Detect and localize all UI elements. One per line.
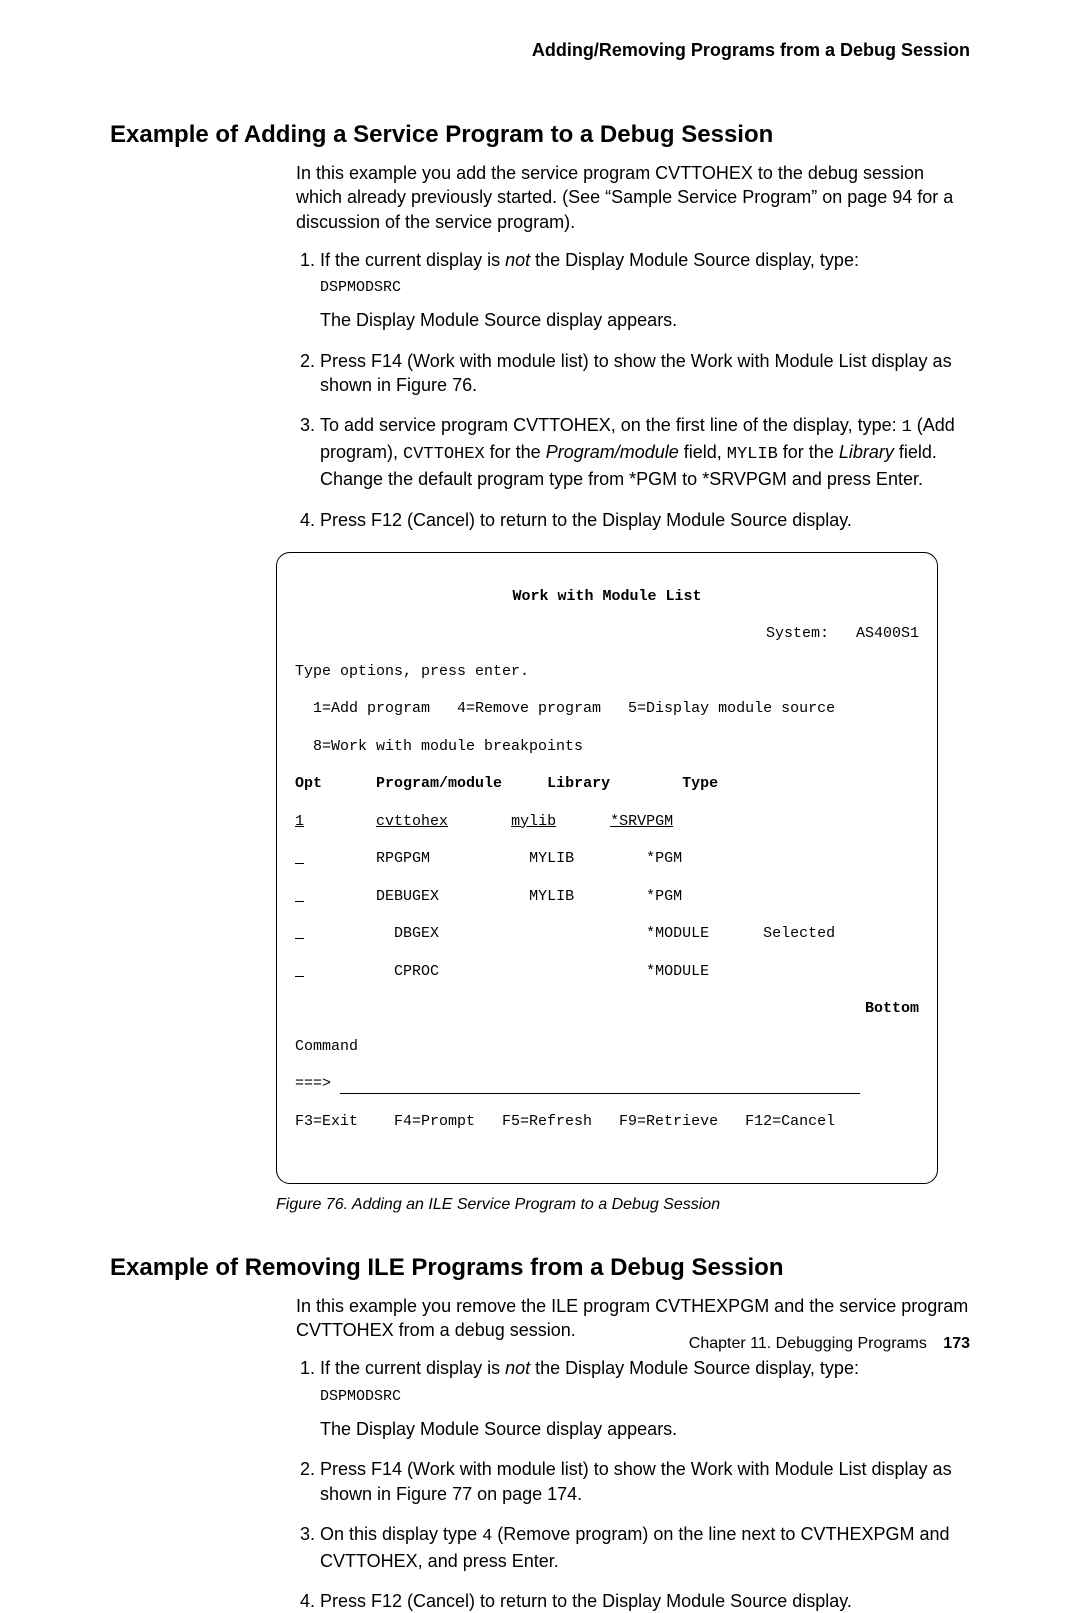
r1-opt: 1 — [295, 813, 304, 830]
s1-step3a: To add service program CVTTOHEX, on the … — [320, 415, 902, 435]
s1-step1: If the current display is not the Displa… — [320, 248, 970, 333]
terminal-line2: 1=Add program 4=Remove program 5=Display… — [295, 700, 919, 719]
r1-type: *SRVPGM — [610, 813, 673, 830]
r2-pm: RPGPGM — [376, 850, 430, 867]
page-container: Adding/Removing Programs from a Debug Se… — [0, 0, 1080, 1397]
s1-step1-after: The Display Module Source display appear… — [320, 310, 677, 330]
terminal-prompt-line: ===> — [295, 1075, 919, 1094]
terminal-header-row: Opt Program/module Library Type — [295, 775, 919, 794]
r3-pm: DEBUGEX — [376, 888, 439, 905]
r4-type: *MODULE — [646, 925, 709, 942]
r2-opt — [295, 850, 304, 867]
hdr-opt: Opt — [295, 775, 322, 792]
s1-step4: Press F12 (Cancel) to return to the Disp… — [320, 508, 970, 532]
hdr-type: Type — [682, 775, 718, 792]
section1-steps: If the current display is not the Displa… — [296, 248, 970, 532]
s2-step2: Press F14 (Work with module list) to sho… — [320, 1457, 970, 1506]
section2-steps: If the current display is not the Displa… — [296, 1356, 970, 1613]
terminal-system-line: System: AS400S1 — [295, 625, 919, 644]
s1-step3-it1: Program/module — [546, 442, 679, 462]
terminal-row3: DEBUGEX MYLIB *PGM — [295, 888, 919, 907]
terminal-row2: RPGPGM MYLIB *PGM — [295, 850, 919, 869]
s1-step3e: for the — [778, 442, 839, 462]
s2-step1: If the current display is not the Displa… — [320, 1356, 970, 1441]
hdr-lib: Library — [547, 775, 610, 792]
terminal-system-label: System: — [766, 625, 829, 642]
s2-step1-after: The Display Module Source display appear… — [320, 1419, 677, 1439]
s1-step3-code2: CVTTOHEX — [403, 445, 485, 464]
r5-pm: CPROC — [394, 963, 439, 980]
terminal-line1: Type options, press enter. — [295, 663, 919, 682]
r1-pm: cvttohex — [376, 813, 448, 830]
s2-step3-code: 4 — [482, 1527, 492, 1546]
r3-opt — [295, 888, 304, 905]
s1-step1b: the Display Module Source display, type: — [530, 250, 859, 270]
r4-pm: DBGEX — [394, 925, 439, 942]
section1-title: Example of Adding a Service Program to a… — [110, 121, 970, 149]
terminal-command-input — [340, 1093, 860, 1094]
terminal-fkeys: F3=Exit F4=Prompt F5=Refresh F9=Retrieve… — [295, 1113, 919, 1132]
terminal-prompt: ===> — [295, 1075, 331, 1092]
s2-step1-not: not — [505, 1358, 530, 1378]
section1-body: In this example you add the service prog… — [296, 161, 970, 532]
s1-step3c: for the — [485, 442, 546, 462]
section1-intro: In this example you add the service prog… — [296, 161, 970, 234]
s2-step3a: On this display type — [320, 1524, 482, 1544]
s2-step3: On this display type 4 (Remove program) … — [320, 1522, 970, 1573]
r3-lib: MYLIB — [529, 888, 574, 905]
s1-step1-cmd: DSPMODSRC — [320, 278, 970, 298]
r5-type: *MODULE — [646, 963, 709, 980]
r2-lib: MYLIB — [529, 850, 574, 867]
r1-lib: mylib — [511, 813, 556, 830]
r4-opt — [295, 925, 304, 942]
s1-step2: Press F14 (Work with module list) to sho… — [320, 349, 970, 398]
terminal-figure: Work with Module List System: AS400S1 Ty… — [276, 552, 938, 1184]
section2-title: Example of Removing ILE Programs from a … — [110, 1254, 970, 1282]
terminal-row1: 1 cvttohex mylib *SRVPGM — [295, 813, 919, 832]
terminal-line3: 8=Work with module breakpoints — [295, 738, 919, 757]
hdr-pm: Program/module — [376, 775, 502, 792]
s1-step3: To add service program CVTTOHEX, on the … — [320, 413, 970, 491]
s2-step4: Press F12 (Cancel) to return to the Disp… — [320, 1589, 970, 1613]
s2-step1b: the Display Module Source display, type: — [530, 1358, 859, 1378]
terminal-row4: DBGEX *MODULE Selected — [295, 925, 919, 944]
r4-sel: Selected — [763, 925, 835, 942]
s1-step3-it2: Library — [839, 442, 894, 462]
footer-page-number: 173 — [943, 1335, 970, 1352]
running-header: Adding/Removing Programs from a Debug Se… — [110, 40, 970, 61]
s1-step1-not: not — [505, 250, 530, 270]
figure-caption: Figure 76. Adding an ILE Service Program… — [276, 1196, 970, 1214]
s1-step1a: If the current display is — [320, 250, 505, 270]
r5-opt — [295, 963, 304, 980]
s1-step3d: field, — [679, 442, 727, 462]
terminal-command-label: Command — [295, 1038, 919, 1057]
s1-step3-code3: MYLIB — [727, 445, 778, 464]
s2-step1a: If the current display is — [320, 1358, 505, 1378]
terminal-row5: CPROC *MODULE — [295, 963, 919, 982]
terminal-title: Work with Module List — [295, 588, 919, 607]
terminal-system-value: AS400S1 — [856, 625, 919, 642]
terminal-bottom: Bottom — [295, 1000, 919, 1019]
footer-chapter: Chapter 11. Debugging Programs — [689, 1335, 927, 1352]
s1-step3-code1: 1 — [902, 418, 912, 437]
r2-type: *PGM — [646, 850, 682, 867]
page-footer: Chapter 11. Debugging Programs 173 — [689, 1335, 970, 1353]
r3-type: *PGM — [646, 888, 682, 905]
